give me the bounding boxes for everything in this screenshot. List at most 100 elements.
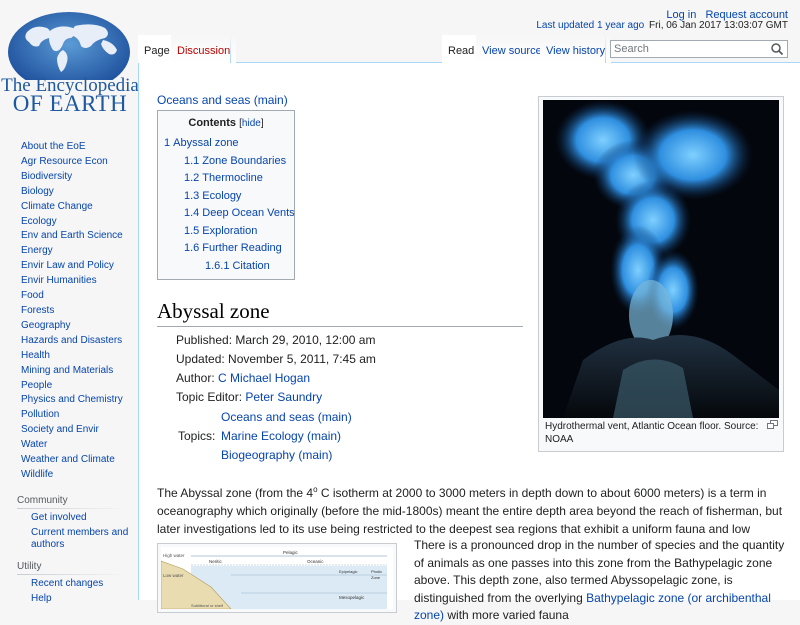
diagram-label: Mesopelagic [339,595,365,600]
diagram-label: Low water [163,573,184,578]
utility-heading: Utility [17,560,42,572]
sidebar-item[interactable]: Envir Law and Policy [0,259,138,274]
sidebar-item[interactable]: People [0,379,138,394]
tab-separator [605,35,606,63]
toc-number: 1.6.1 [205,259,230,272]
utility-item[interactable]: Help [0,593,138,605]
last-updated-link[interactable]: Last updated 1 year ago [536,20,644,31]
sidebar-item[interactable]: Envir Humanities [0,274,138,289]
diagram-label: Photic [371,569,382,574]
utility-list: Recent changes Help [0,578,138,605]
sidebar-item[interactable]: Water [0,438,138,453]
published-date: Published: March 29, 2010, 12:00 am [176,333,376,347]
sidebar-item[interactable]: Geography [0,319,138,334]
diagram-label: Pelagic [283,550,299,555]
sidebar-item[interactable]: Biodiversity [0,170,138,185]
toc-item[interactable]: 1.2 Thermocline [164,170,288,188]
sidebar-item[interactable]: Physics and Chemistry [0,393,138,408]
search-icon[interactable] [770,42,784,56]
updated-date: Updated: November 5, 2011, 7:45 am [176,352,376,366]
toc-link[interactable]: Exploration [202,225,257,237]
community-heading: Community [17,494,68,506]
toc-item[interactable]: 1.6 Further Reading [164,240,288,258]
community-list: Get involved Current members and authors [0,512,138,551]
community-item[interactable]: Current members and authors [0,527,138,551]
body-paragraph: There is a pronounced drop in the number… [414,537,790,625]
toc-link[interactable]: Zone Boundaries [202,155,286,167]
topic-link[interactable]: Marine Ecology (main) [221,429,341,443]
tab-view-source[interactable]: View source [476,35,548,63]
toc-item[interactable]: 1.3 Ecology [164,188,288,206]
sidebar-item[interactable]: Mining and Materials [0,364,138,379]
diagram-label: Epipelagic [339,569,357,574]
sidebar-item[interactable]: Ecology [0,215,138,230]
toc-item[interactable]: 1.6.1 Citation [164,258,288,276]
sidebar-item[interactable]: Env and Earth Science [0,229,138,244]
logo-title-line2: OF EARTH [12,91,128,116]
sidebar-item[interactable]: Society and Envir [0,423,138,438]
toc-item[interactable]: 1.5 Exploration [164,223,288,241]
diagram-label: Zone [371,575,381,580]
toc-link[interactable]: Ecology [202,190,241,202]
editor-label: Topic Editor: [176,390,246,404]
toc-number: 1.2 [184,172,200,184]
breadcrumb[interactable]: Oceans and seas (main) [157,93,288,107]
sidebar-item[interactable]: Weather and Climate [0,453,138,468]
last-updated-date: Fri, 06 Jan 2017 13:03:07 GMT [649,20,788,31]
sidebar-item[interactable]: Health [0,349,138,364]
sidebar-item[interactable]: About the EoE [0,140,138,155]
utility-item[interactable]: Recent changes [0,578,138,590]
sidebar-item[interactable]: Biology [0,185,138,200]
toc-link[interactable]: Further Reading [202,242,282,254]
toc-hide-toggle[interactable]: [hide] [239,118,263,129]
globe-icon [8,12,130,80]
toc-link[interactable]: Abyssal zone [173,137,238,149]
hydrothermal-vent-image[interactable] [543,100,779,418]
sidebar-nav: About the EoE Agr Resource Econ Biodiversi… [0,140,138,483]
diagram-label: Oceanic [307,559,324,564]
editor-link[interactable]: Peter Saundry [245,390,322,404]
sidebar-item[interactable]: Energy [0,244,138,259]
sidebar-item[interactable]: Forests [0,304,138,319]
search-input[interactable]: Search [610,40,788,58]
editor-line: Topic Editor: Peter Saundry [176,390,322,404]
toc-title: Contents [hide] [164,117,288,129]
table-of-contents: Contents [hide] 1 Abyssal zone 1.1 Zone Bou… [157,110,295,280]
toc-item[interactable]: 1.4 Deep Ocean Vents [164,205,295,223]
last-updated: Last updated 1 year ago Fri, 06 Jan 2017… [536,20,788,31]
divider [17,573,127,575]
diagram-label: Sublittoral or shelf [191,603,224,608]
sidebar-item[interactable]: Food [0,289,138,304]
sidebar: About the EoE Agr Resource Econ Biodiversi… [0,140,138,608]
sidebar-item[interactable]: Climate Change [0,200,138,215]
tab-view-history[interactable]: View history [540,35,612,63]
toc-item[interactable]: 1 Abyssal zone [164,135,288,153]
toc-link[interactable]: Citation [232,260,269,272]
toc-link[interactable]: Thermocline [202,172,263,184]
sidebar-item[interactable]: Wildlife [0,468,138,483]
topic-link[interactable]: Biogeography (main) [221,448,332,462]
search-placeholder: Search [614,43,649,55]
tab-read[interactable]: Read [442,35,481,63]
toc-number: 1 [164,137,171,149]
author-link[interactable]: C Michael Hogan [218,371,310,385]
sidebar-item[interactable]: Hazards and Disasters [0,334,138,349]
toc-list: 1 Abyssal zone 1.1 Zone Boundaries 1.2 Thermo… [164,135,295,276]
toc-number: 1.5 [184,224,200,237]
topic-link[interactable]: Oceans and seas (main) [221,410,352,424]
caption-text: Hydrothermal vent, Atlantic Ocean floor.… [545,421,759,445]
toc-item[interactable]: 1.1 Zone Boundaries [164,153,288,171]
sidebar-item[interactable]: Agr Resource Econ [0,155,138,170]
topics-label: Topics: [178,429,216,443]
toc-number: 1.4 [184,207,200,219]
site-logo[interactable]: The Encyclopedia OF EARTH [0,0,140,120]
enlarge-icon[interactable] [767,420,778,429]
toc-link[interactable]: Deep Ocean Vents [202,207,294,219]
sidebar-item[interactable]: Pollution [0,408,138,423]
diagram-label: Neritic [209,559,223,564]
toc-hide-link[interactable]: hide [242,118,261,129]
author-label: Author: [176,371,219,385]
community-item[interactable]: Get involved [0,512,138,524]
toc-number: 1.6 [184,242,200,254]
tab-discussion[interactable]: Discussion [171,35,237,63]
